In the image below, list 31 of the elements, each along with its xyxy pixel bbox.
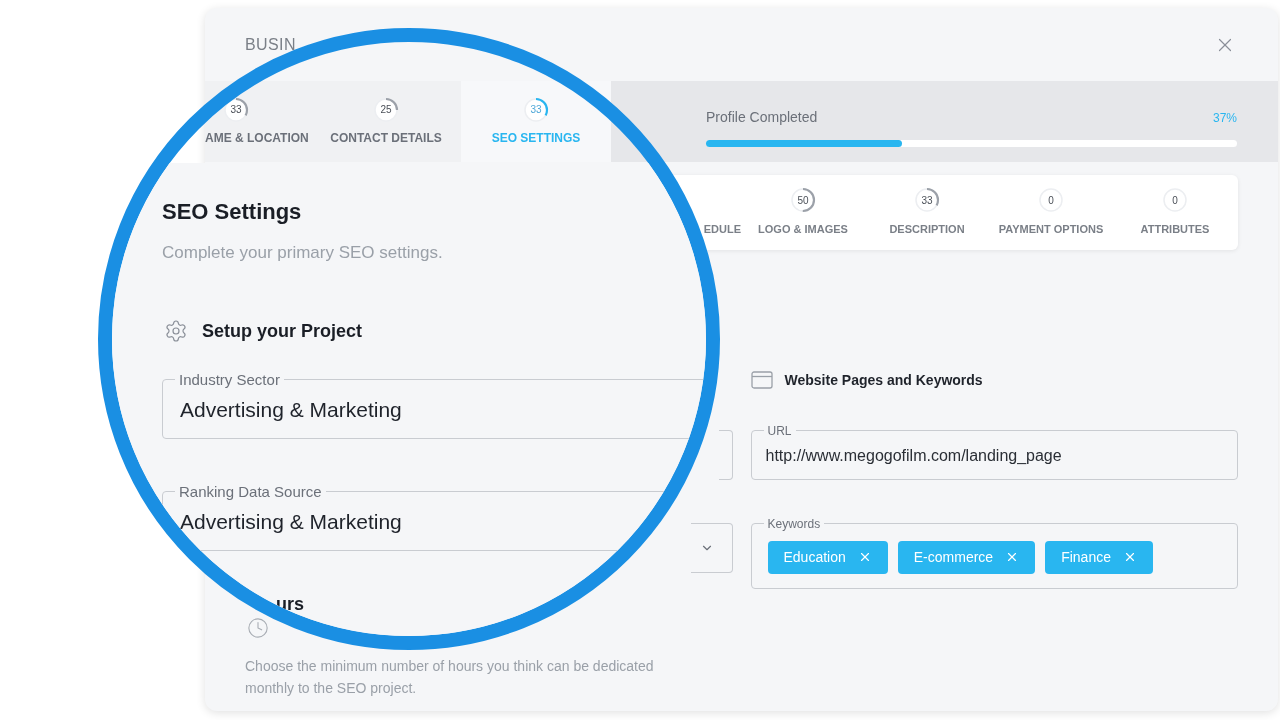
step-label[interactable]: PAYMENT OPTIONS xyxy=(998,221,1104,238)
window-title: BUSIN xyxy=(245,34,296,55)
section-description: Choose the minimum number of hours you think can be dedicated monthly to the SEO project. xyxy=(245,657,655,698)
step-label[interactable]: ATTRIBUTES xyxy=(1140,221,1210,238)
progress-badge: 50 xyxy=(790,187,816,214)
browser-window-icon xyxy=(750,371,773,389)
keyword-tag: E-commerce xyxy=(897,540,1036,574)
section-heading: Setup your Project xyxy=(202,319,363,343)
select-field[interactable] xyxy=(718,430,733,480)
page-heading: SEO Settings xyxy=(162,198,303,226)
step-tab[interactable]: 33 AME & LOCATION xyxy=(205,81,311,162)
progress-badge: 33 xyxy=(914,187,940,214)
keyword-tag: Finance xyxy=(1045,540,1153,574)
step-tab[interactable]: 33 SEO SETTINGS xyxy=(461,81,611,162)
progress-label: Profile Completed xyxy=(706,108,818,127)
progress-badge: 33 xyxy=(523,96,549,123)
page-subtitle: Complete your primary SEO settings. xyxy=(162,242,444,264)
progress-badge: 0 xyxy=(1162,187,1188,214)
settings-icon xyxy=(164,319,188,343)
progress-percent: 37% xyxy=(1212,109,1237,127)
progress-badge: 25 xyxy=(373,96,399,123)
step-label[interactable]: EDULE xyxy=(703,221,741,238)
select-field[interactable] xyxy=(690,523,733,573)
section-heading: Website Pages and Keywords xyxy=(784,370,983,390)
step-label[interactable]: DESCRIPTION xyxy=(889,221,965,238)
progress-badge: 33 xyxy=(223,96,249,123)
step-label[interactable]: LOGO & IMAGES xyxy=(758,221,848,238)
clock-icon xyxy=(247,617,269,639)
step-tab[interactable]: 25 CONTACT DETAILS xyxy=(311,81,461,162)
progress-badge: 0 xyxy=(1038,187,1064,214)
keyword-tag: Education xyxy=(767,540,888,574)
